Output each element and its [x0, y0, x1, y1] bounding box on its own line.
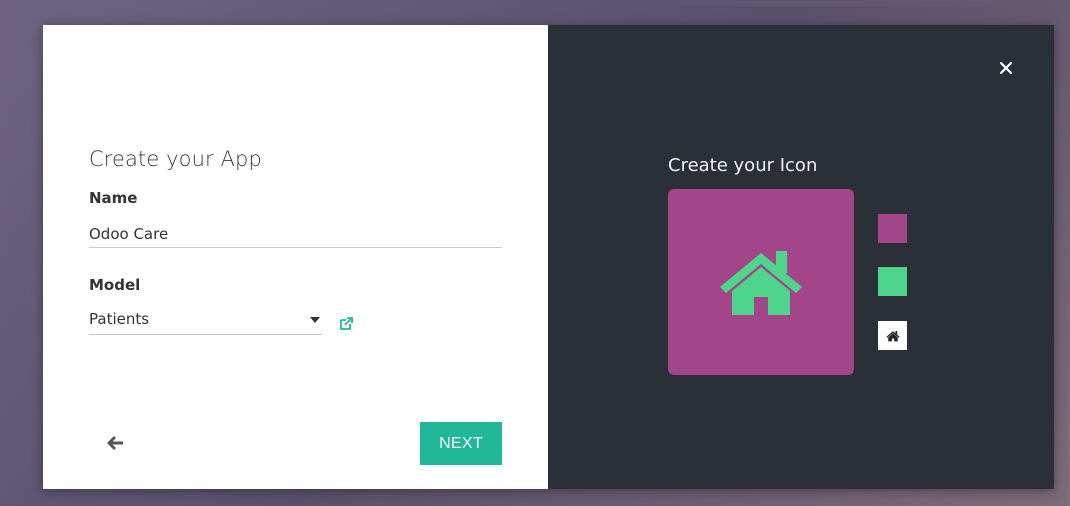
app-creator-dialog: Create your App Name Model Patients NEXT…	[43, 25, 1054, 489]
background-color-swatch[interactable]	[878, 214, 907, 243]
close-icon[interactable]	[999, 61, 1013, 75]
back-arrow-icon[interactable]	[105, 434, 125, 452]
icon-picker[interactable]	[878, 321, 907, 350]
home-icon	[885, 330, 900, 341]
create-icon-title: Create your Icon	[668, 155, 818, 176]
model-label: Model	[89, 276, 141, 294]
icon-color-swatch[interactable]	[878, 267, 907, 296]
model-select[interactable]: Patients	[89, 307, 322, 335]
icon-preview	[668, 189, 854, 375]
external-link-icon[interactable]	[338, 316, 354, 332]
create-app-title: Create your App	[89, 147, 262, 171]
next-button[interactable]: NEXT	[420, 422, 502, 465]
home-icon	[720, 251, 802, 315]
caret-down-icon	[310, 317, 320, 323]
model-select-value: Patients	[89, 310, 150, 328]
create-app-panel: Create your App Name Model Patients NEXT	[43, 25, 548, 489]
name-label: Name	[89, 189, 138, 207]
app-name-input[interactable]	[89, 220, 502, 248]
create-icon-panel: Create your Icon	[548, 25, 1054, 489]
